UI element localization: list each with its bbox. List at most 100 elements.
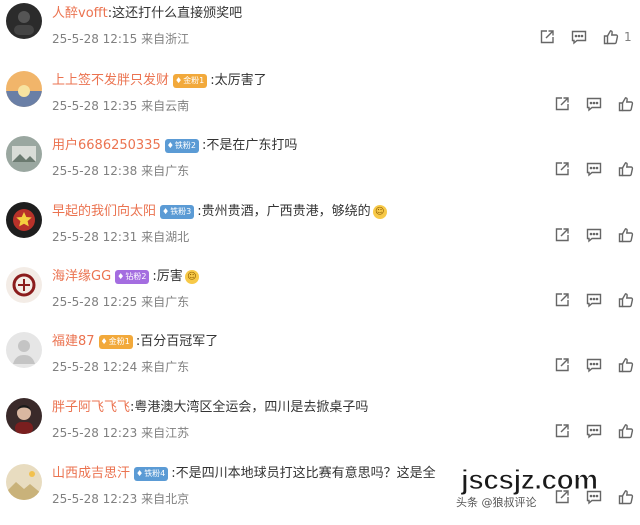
comment-meta: 25-5-28 12:35 来自云南 [52, 97, 189, 114]
comment-line: 胖子阿飞飞飞:粤港澳大湾区全运会，四川是去掀桌子吗 [52, 399, 368, 417]
comment-location: 来自云南 [141, 99, 190, 113]
comment-actions [553, 422, 635, 440]
comment-meta: 25-5-28 12:23 来自江苏 [52, 424, 189, 441]
badge-label: 金粉1 [108, 337, 130, 346]
comment-text: :不是在广东打吗 [201, 138, 298, 153]
like-button[interactable] [617, 226, 635, 244]
like-button[interactable] [617, 95, 635, 113]
like-button[interactable] [617, 160, 635, 178]
like-button[interactable] [602, 28, 620, 46]
comment-location: 来自浙江 [141, 32, 190, 46]
thumbs-up-icon [618, 162, 634, 177]
comment-row: 福建87 ♦ 金粉1:百分百冠军了 25-5-28 12:24 来自广东 [0, 327, 640, 393]
comment-actions [553, 160, 635, 178]
comment-username[interactable]: 山西成吉思汗 [52, 465, 130, 483]
dark-avatar-icon[interactable] [6, 3, 42, 39]
comment-text: :太厉害了 [210, 73, 267, 88]
comment-icon [586, 162, 602, 177]
comment-meta: 25-5-28 12:23 来自北京 [52, 490, 189, 507]
comment-row: 胖子阿飞飞飞:粤港澳大湾区全运会，四川是去掀桌子吗 25-5-28 12:23 来… [0, 393, 640, 459]
comment-actions: 1 [538, 28, 632, 46]
comment-date: 25-5-28 12:31 [52, 230, 138, 244]
like-button[interactable] [617, 422, 635, 440]
reply-button[interactable] [570, 28, 588, 46]
comment-location: 来自江苏 [141, 426, 190, 440]
reply-button[interactable] [585, 356, 603, 374]
landscape-avatar-icon[interactable] [6, 464, 42, 500]
comment-actions [553, 291, 635, 309]
comment-location: 来自广东 [141, 164, 190, 178]
thumbs-up-icon [618, 358, 634, 373]
share-button[interactable] [553, 160, 571, 178]
share-button[interactable] [553, 226, 571, 244]
share-icon [555, 424, 569, 438]
reply-button[interactable] [585, 291, 603, 309]
share-button[interactable] [553, 95, 571, 113]
like-button[interactable] [617, 356, 635, 374]
comment-date: 25-5-28 12:38 [52, 164, 138, 178]
badge-label: 铁粉2 [174, 141, 196, 150]
comment-row: 人醉vofft:这还打什么直接颁奖吧 25-5-28 12:15 来自浙江 1 [0, 0, 640, 66]
comment-username[interactable]: 早起的我们向太阳 [52, 203, 156, 221]
comment-row: 上上签不发胖只发财 ♦ 金粉1:太厉害了 25-5-28 12:35 来自云南 [0, 66, 640, 132]
badge-icon: ♦ [166, 141, 174, 150]
badge-icon: ♦ [136, 469, 144, 478]
comment-icon [586, 97, 602, 112]
sunset-avatar-icon[interactable] [6, 71, 42, 107]
thumbs-up-icon [603, 30, 619, 45]
emblem-avatar-icon[interactable] [6, 267, 42, 303]
fan-badge: ♦ 铁粉2 [164, 139, 199, 153]
emoji-icon: ☺ [184, 270, 199, 284]
share-button[interactable] [538, 28, 556, 46]
comment-username[interactable]: 胖子阿飞飞飞 [52, 399, 130, 417]
reply-button[interactable] [585, 160, 603, 178]
comment-line: 用户6686250335 ♦ 铁粉2:不是在广东打吗 [52, 137, 297, 155]
comment-username[interactable]: 上上签不发胖只发财 [52, 72, 169, 90]
reply-button[interactable] [585, 422, 603, 440]
comment-date: 25-5-28 12:25 [52, 295, 138, 309]
comment-text: :贵州贵酒，广西贵港，够绕的 [197, 204, 371, 219]
watermark-caption: 头条 @狼叔评论 [456, 496, 537, 509]
share-icon [555, 293, 569, 307]
badge-label: 金粉1 [183, 76, 205, 85]
comment-icon [586, 293, 602, 308]
share-icon [540, 30, 554, 44]
badge-icon: ♦ [100, 337, 108, 346]
star-avatar-icon[interactable] [6, 202, 42, 238]
thumbs-up-icon [618, 424, 634, 439]
share-button[interactable] [553, 356, 571, 374]
comment-location: 来自广东 [141, 295, 190, 309]
reply-button[interactable] [585, 95, 603, 113]
comment-username[interactable]: 福建87 [52, 333, 95, 351]
comment-text: :百分百冠军了 [135, 334, 219, 349]
comment-line: 福建87 ♦ 金粉1 :百分百冠军了 [52, 333, 218, 351]
comment-username[interactable]: 用户6686250335 [52, 137, 161, 155]
reply-button[interactable] [585, 226, 603, 244]
share-icon [555, 228, 569, 242]
like-button[interactable] [617, 291, 635, 309]
comment-location: 来自湖北 [141, 230, 190, 244]
portrait-avatar-icon[interactable] [6, 398, 42, 434]
badge-icon: ♦ [175, 76, 183, 85]
badge-label: 铁粉4 [144, 469, 166, 478]
badge-icon: ♦ [162, 207, 170, 216]
fan-badge: ♦ 钻粉2 [115, 270, 150, 284]
comment-actions [553, 356, 635, 374]
comment-username[interactable]: 海洋缘GG [52, 268, 111, 286]
comment-icon [586, 358, 602, 373]
default-avatar-icon[interactable] [6, 332, 42, 368]
share-button[interactable] [553, 291, 571, 309]
comment-username[interactable]: 人醉vofft [52, 5, 108, 23]
photo-avatar-icon[interactable] [6, 136, 42, 172]
fan-badge: ♦ 金粉1 [173, 74, 208, 88]
badge-icon: ♦ [117, 272, 125, 281]
comment-meta: 25-5-28 12:31 来自湖北 [52, 228, 189, 245]
share-button[interactable] [553, 422, 571, 440]
comment-text: :不是四川本地球员打这比赛有意思吗？这是全 [171, 466, 436, 481]
comment-icon [571, 30, 587, 45]
comment-line: 早起的我们向太阳 ♦ 铁粉3:贵州贵酒，广西贵港，够绕的 ☺ [52, 203, 387, 221]
comment-date: 25-5-28 12:35 [52, 99, 138, 113]
emoji-icon: ☺ [372, 205, 387, 219]
share-icon [555, 162, 569, 176]
comment-line: 海洋缘GG ♦ 钻粉2:厉害 ☺ [52, 268, 199, 286]
